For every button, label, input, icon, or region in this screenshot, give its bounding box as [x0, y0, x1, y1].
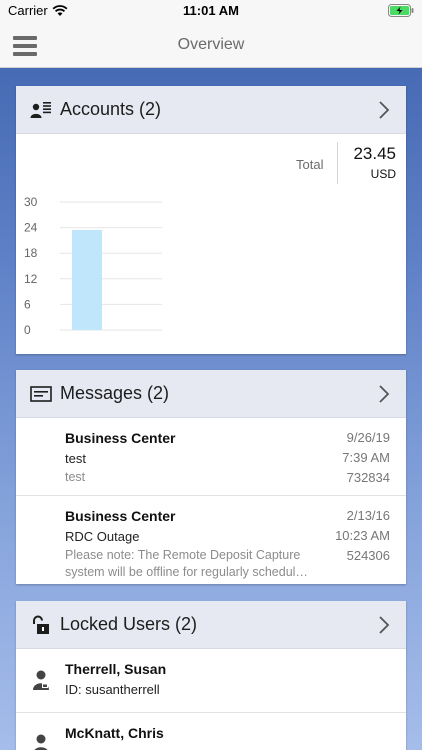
accounts-header[interactable]: Accounts (2)	[16, 86, 406, 134]
y-tick-label: 0	[24, 323, 31, 337]
message-preview: Please note: The Remote Deposit Capture …	[65, 548, 308, 579]
user-id: ID: susantherrell	[65, 682, 160, 697]
locked-users-card: Locked Users (2) Therrell, Susan ID: sus…	[16, 601, 406, 750]
message-date: 2/13/16	[346, 508, 390, 523]
user-icon	[34, 734, 48, 750]
message-subject: test	[65, 451, 86, 466]
accounts-title: Accounts (2)	[60, 99, 162, 119]
messages-title: Messages (2)	[60, 383, 170, 403]
y-tick-label: 12	[24, 272, 38, 286]
y-tick-label: 30	[24, 195, 38, 209]
unlocked-padlock-icon	[30, 615, 52, 635]
locked-user-row[interactable]: Therrell, Susan ID: susantherrell	[16, 649, 406, 713]
locked-user-row[interactable]: McKnatt, Chris	[16, 713, 406, 750]
y-tick-label: 6	[24, 297, 31, 311]
accounts-icon	[30, 100, 52, 120]
chart-bar	[72, 229, 102, 330]
message-id: 524306	[346, 548, 390, 563]
page-title: Overview	[177, 36, 245, 53]
message-sender: Business Center	[65, 430, 176, 446]
chevron-right-icon[interactable]	[378, 616, 390, 634]
messages-header[interactable]: Messages (2)	[16, 370, 406, 418]
divider	[337, 142, 338, 184]
y-tick-label: 24	[24, 221, 38, 235]
message-time: 10:23 AM	[335, 528, 390, 543]
total-label: Total	[296, 157, 324, 172]
message-preview: test	[65, 470, 86, 484]
messages-card: Messages (2) Business Center test test 9…	[16, 370, 406, 584]
status-bar: Carrier 11:01 AM	[0, 0, 422, 22]
clock: 11:01 AM	[183, 3, 239, 18]
message-row[interactable]: Business Center test test 9/26/19 7:39 A…	[16, 418, 406, 496]
message-row[interactable]: Business Center RDC Outage Please note: …	[16, 496, 406, 582]
locked-users-title: Locked Users (2)	[60, 614, 198, 634]
accounts-card: Accounts (2) Total 23.45 USD 0 6 12 18 24 30	[16, 86, 406, 354]
chevron-right-icon[interactable]	[378, 385, 390, 403]
user-icon	[33, 670, 49, 690]
message-date: 9/26/19	[346, 430, 390, 445]
message-time: 7:39 AM	[342, 450, 390, 465]
message-id: 732834	[346, 470, 390, 485]
message-sender: Business Center	[65, 508, 176, 524]
message-icon	[30, 384, 52, 404]
total-currency: USD	[370, 167, 396, 181]
chevron-right-icon[interactable]	[378, 101, 390, 119]
battery-charging-icon	[388, 4, 414, 17]
navigation-bar: Overview	[0, 22, 422, 68]
locked-users-header[interactable]: Locked Users (2)	[16, 601, 406, 649]
user-name: Therrell, Susan	[65, 661, 167, 677]
accounts-bar-chart: 0 6 12 18 24 30	[24, 195, 162, 337]
total-value: 23.45	[353, 144, 396, 163]
y-tick-label: 18	[24, 246, 38, 260]
message-subject: RDC Outage	[65, 529, 140, 544]
user-name: McKnatt, Chris	[65, 725, 164, 741]
